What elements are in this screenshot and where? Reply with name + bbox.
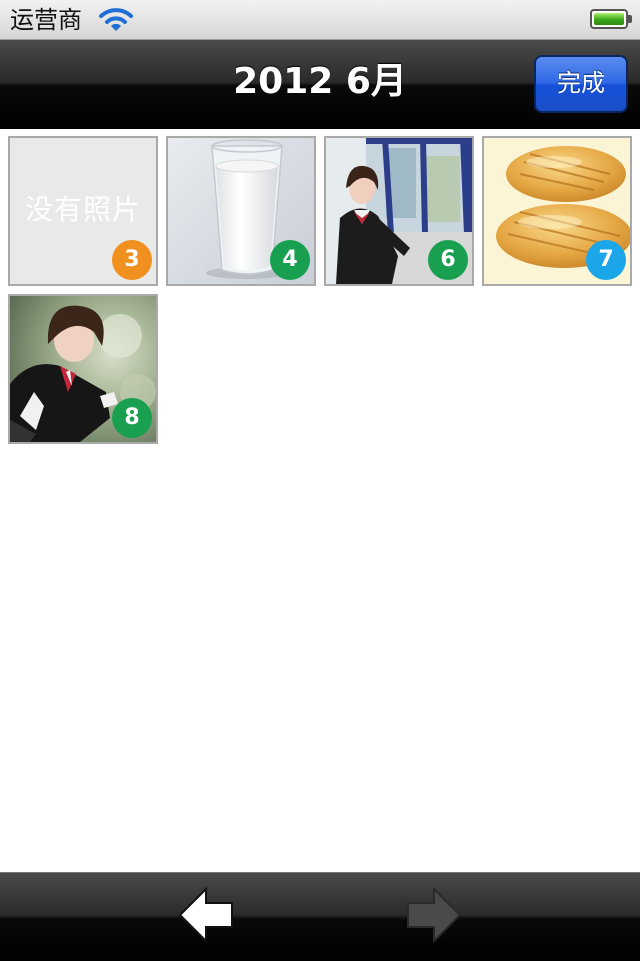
day-badge: 8 [112,398,152,438]
photo-tile-day-3[interactable]: 没有照片 3 [8,136,158,286]
photo-tile-day-8[interactable]: 8 [8,294,158,444]
photo-tile-day-7[interactable]: 7 [482,136,632,286]
status-bar: 运营商 [0,0,640,40]
battery-full-icon [590,9,628,29]
day-badge: 6 [428,240,468,280]
arrow-right-icon[interactable] [406,887,462,943]
carrier-label: 运营商 [10,6,82,34]
bottom-toolbar [0,872,640,961]
no-photo-label: 没有照片 [24,193,141,226]
navigation-bar: 2012 6月 完成 [0,40,640,129]
day-badge: 3 [112,240,152,280]
day-badge: 4 [270,240,310,280]
photo-tile-day-4[interactable]: 4 [166,136,316,286]
wifi-icon [99,8,133,31]
photo-tile-day-6[interactable]: 6 [324,136,474,286]
battery-tip [628,15,632,23]
done-button[interactable]: 完成 [534,55,628,113]
day-badge: 7 [586,240,626,280]
arrow-left-icon[interactable] [178,887,234,943]
photo-grid: 没有照片 3 4 6 7 8 [0,128,640,872]
